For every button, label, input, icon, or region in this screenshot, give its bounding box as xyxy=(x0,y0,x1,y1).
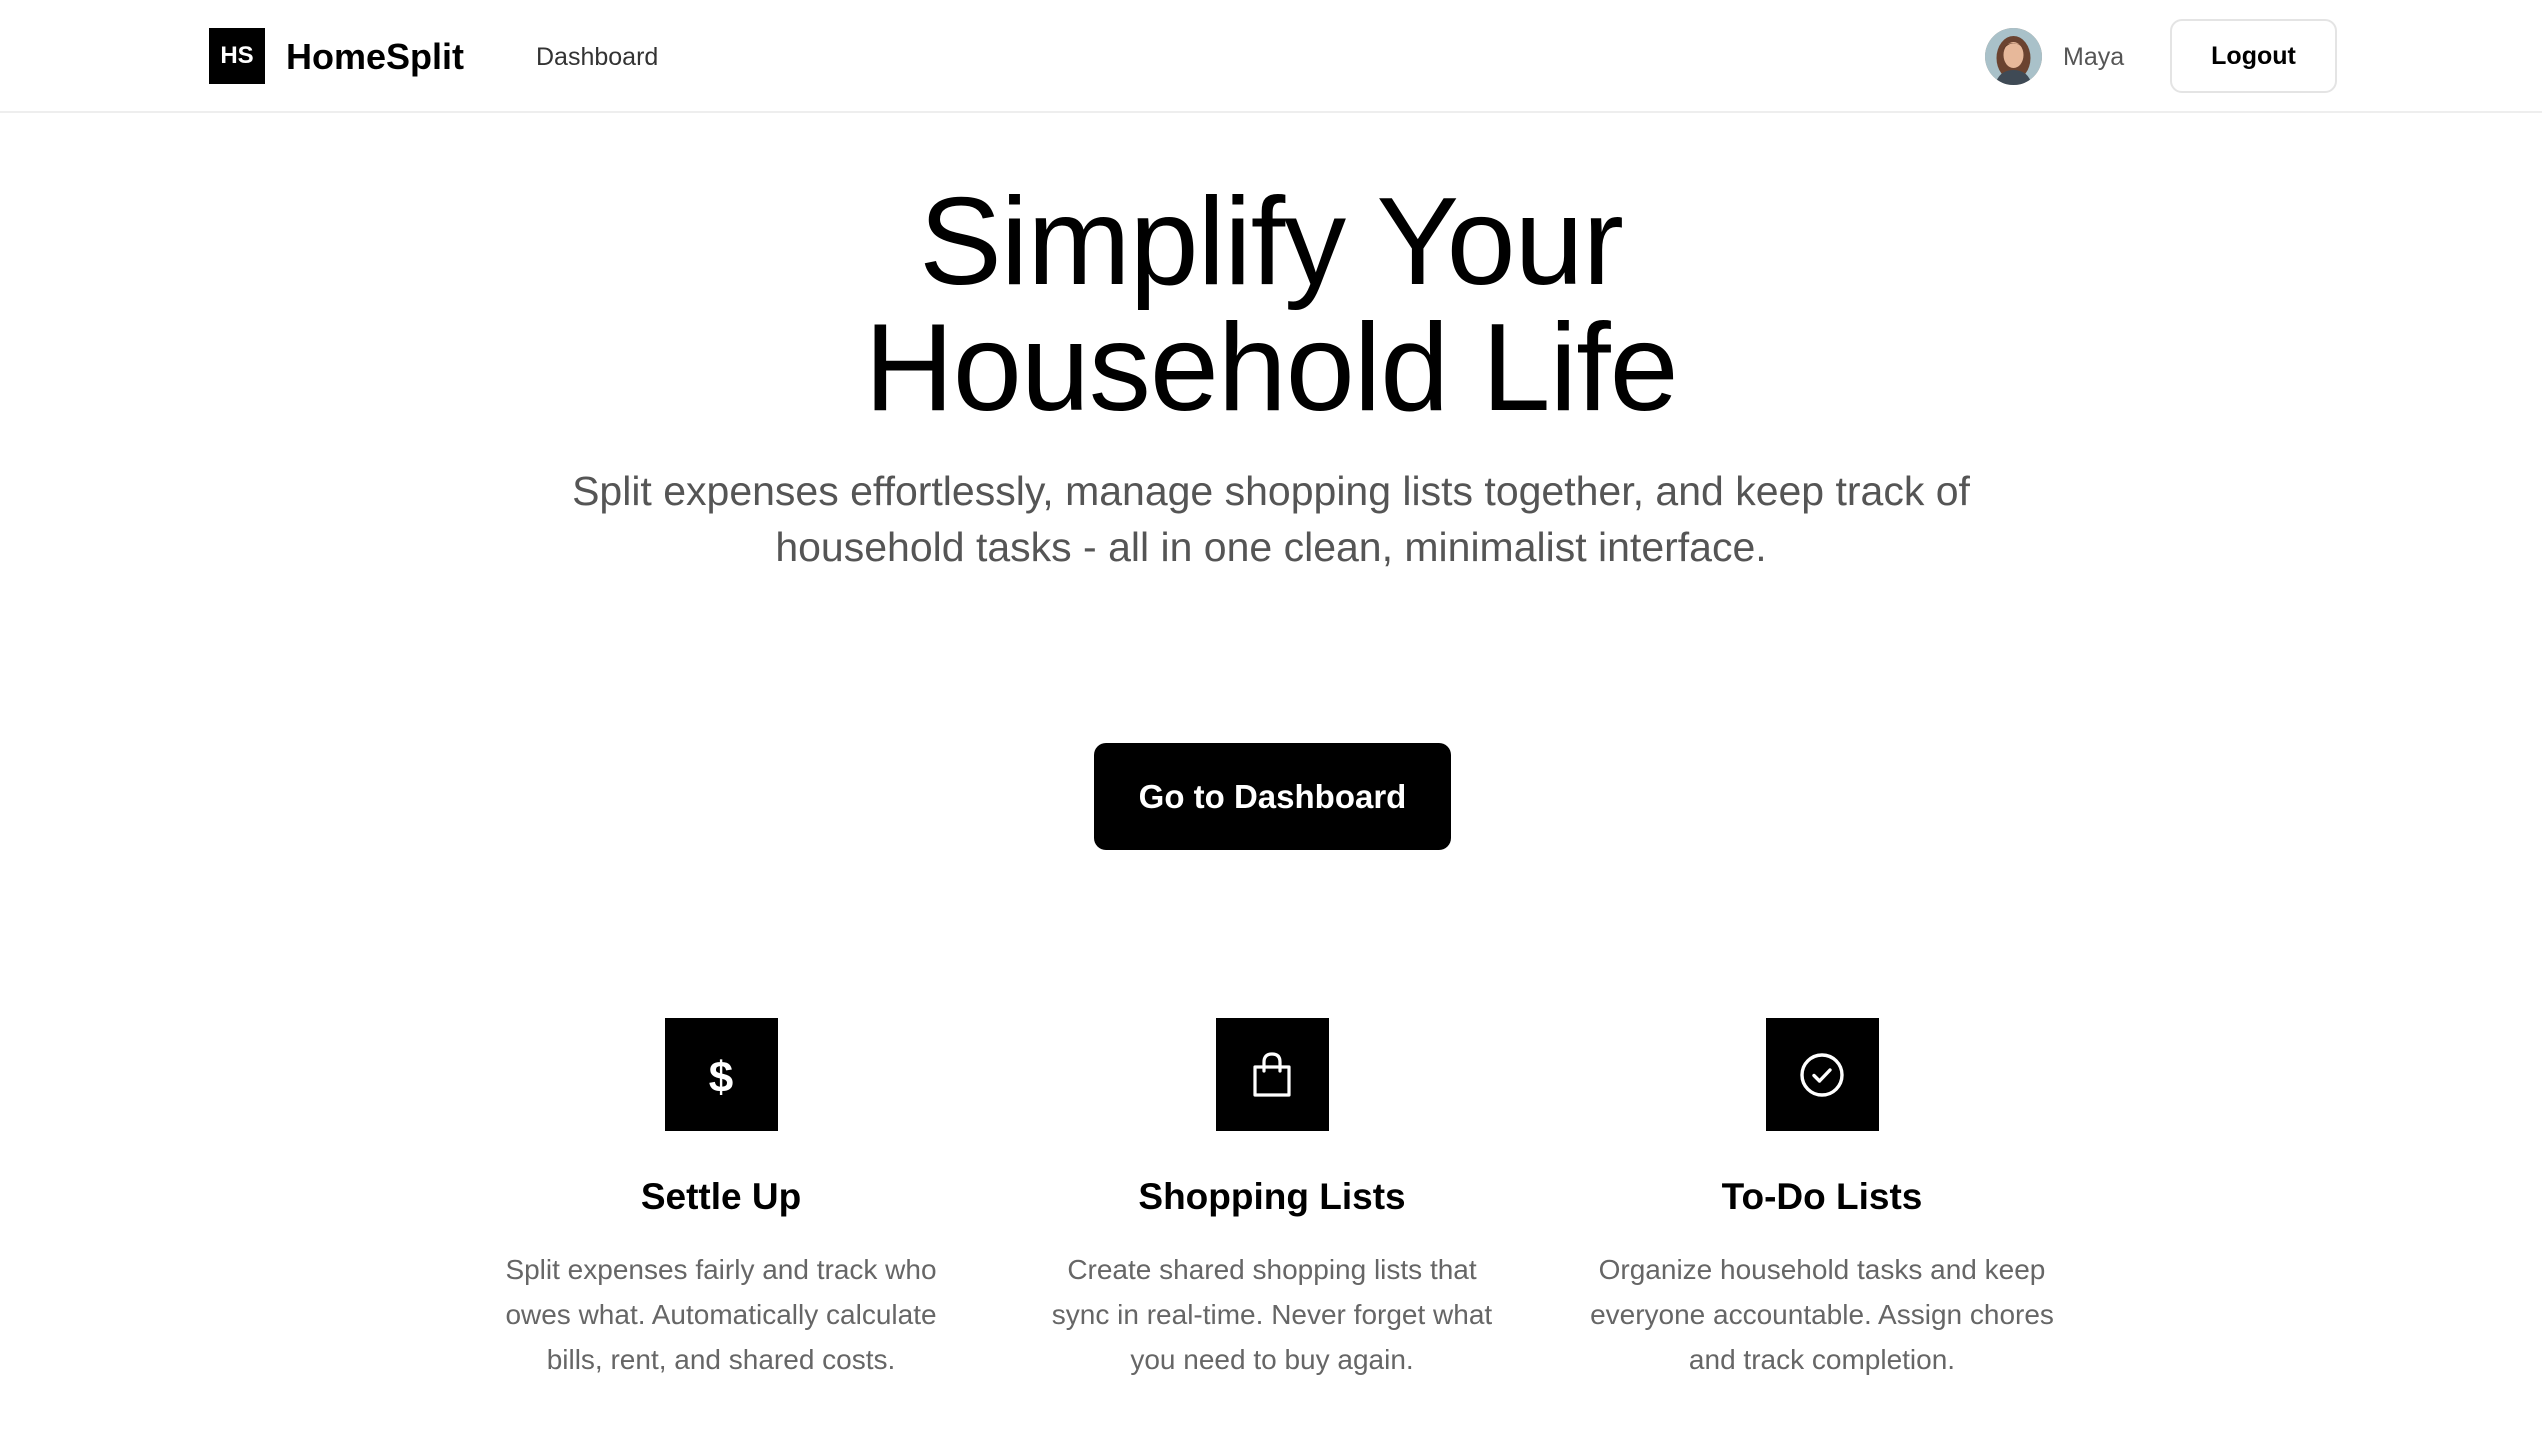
hero-title-line1: Simplify Your xyxy=(919,173,1624,311)
feature-shopping-lists: Shopping Lists Create shared shopping li… xyxy=(1022,1018,1522,1382)
feature-description: Create shared shopping lists that sync i… xyxy=(1051,1254,1493,1375)
shopping-bag-icon xyxy=(1215,1018,1329,1131)
top-navbar: HS HomeSplit Dashboard Maya Logout xyxy=(0,0,2542,113)
logout-button[interactable]: Logout xyxy=(2170,19,2337,93)
feature-todo-lists: To-Do Lists Organize household tasks and… xyxy=(1572,1018,2072,1382)
feature-description: Split expenses fairly and track who owes… xyxy=(505,1254,937,1375)
nav-link-dashboard[interactable]: Dashboard xyxy=(536,40,658,74)
feature-settle-up: $ Settle Up Split expenses fairly and tr… xyxy=(471,1018,971,1382)
dollar-icon: $ xyxy=(664,1018,778,1131)
user-name: Maya xyxy=(2063,43,2125,71)
hero-title-line2: Household Life xyxy=(864,299,1678,437)
feature-title: Settle Up xyxy=(640,1176,802,1217)
feature-title: Shopping Lists xyxy=(1138,1176,1406,1217)
brand-name[interactable]: HomeSplit xyxy=(286,34,464,80)
feature-title: To-Do Lists xyxy=(1721,1176,1923,1217)
go-to-dashboard-button[interactable]: Go to Dashboard xyxy=(1094,743,1451,850)
svg-text:$: $ xyxy=(709,1053,733,1100)
feature-description: Organize household tasks and keep everyo… xyxy=(1590,1254,2054,1375)
hero-subtitle: Split expenses effortlessly, manage shop… xyxy=(572,468,1970,570)
check-circle-icon xyxy=(1765,1018,1879,1131)
logo-mark[interactable]: HS xyxy=(209,28,265,84)
user-avatar-icon xyxy=(1985,28,2042,85)
avatar[interactable] xyxy=(1985,28,2042,85)
